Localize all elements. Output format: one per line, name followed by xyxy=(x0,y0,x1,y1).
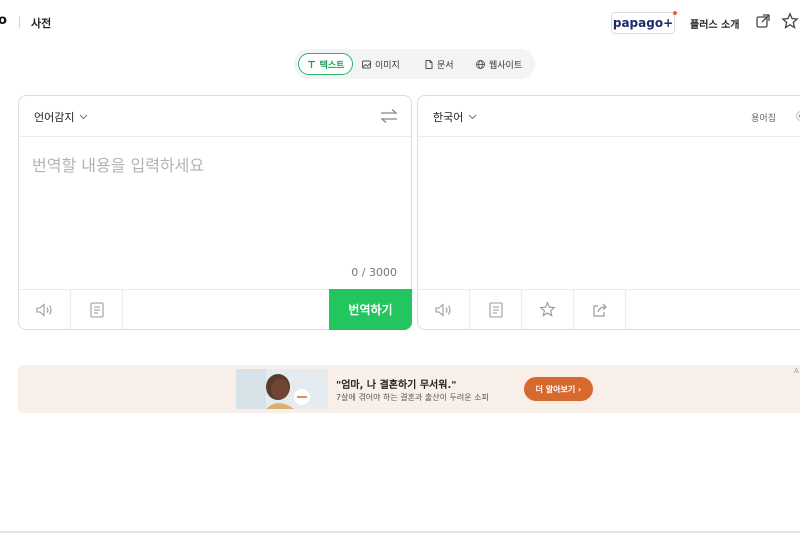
ad-banner[interactable]: "엄마, 나 결혼하기 무서워." 7살에 겪어야 하는 결혼과 출산이 두려운… xyxy=(18,365,800,413)
tab-website-label: 웹사이트 xyxy=(489,60,523,71)
target-copy-button[interactable] xyxy=(470,290,522,329)
header-divider xyxy=(19,16,20,28)
char-counter: 0 / 3000 xyxy=(351,266,397,279)
source-listen-button[interactable] xyxy=(19,290,71,329)
source-language-select[interactable]: 언어감지 xyxy=(34,109,88,125)
globe-icon xyxy=(476,59,485,69)
target-panel-header: 한국어 용어집 xyxy=(418,96,800,137)
papago-plus-button[interactable]: papago+ xyxy=(611,12,675,34)
target-listen-button[interactable] xyxy=(418,290,470,329)
image-icon xyxy=(362,60,371,68)
tab-text-label: 텍스트 xyxy=(319,60,345,71)
tab-image-label: 이미지 xyxy=(375,60,400,71)
translate-button[interactable]: 번역하기 xyxy=(329,289,412,330)
top-header: o 사전 papago+ 플러스 소개 xyxy=(0,0,800,44)
glossary-label: 용어집 xyxy=(751,114,776,124)
chevron-down-icon xyxy=(469,114,477,120)
source-text-input[interactable] xyxy=(32,152,392,252)
target-favorite-button[interactable] xyxy=(522,290,574,329)
target-panel: 한국어 용어집 xyxy=(417,95,800,330)
source-handwriting-button[interactable] xyxy=(71,290,123,329)
tab-website[interactable]: 웹사이트 xyxy=(476,53,522,75)
target-language-select[interactable]: 한국어 xyxy=(433,109,477,125)
ad-marker: A xyxy=(794,367,799,375)
favorites-star-icon[interactable] xyxy=(781,12,799,30)
mode-tabs: 텍스트 이미지 문서 웹사이트 xyxy=(294,49,535,79)
source-language-label: 언어감지 xyxy=(34,111,75,124)
learn-more-button[interactable]: 더 알아보기 › xyxy=(524,377,593,401)
star-icon xyxy=(539,301,556,317)
tab-text[interactable]: 텍스트 xyxy=(298,53,353,75)
share-icon xyxy=(592,303,607,317)
banner-image xyxy=(236,369,328,409)
document-icon xyxy=(425,59,433,69)
notification-dot xyxy=(673,11,677,15)
papago-logo[interactable]: o xyxy=(0,13,7,28)
text-icon xyxy=(307,60,315,68)
glossary-toggle[interactable] xyxy=(796,111,800,121)
speaker-icon xyxy=(35,302,52,317)
speaker-icon xyxy=(434,302,451,317)
banner-subtitle: 7살에 겪어야 하는 결혼과 출산이 두려운 소피 xyxy=(336,393,489,402)
chevron-down-icon xyxy=(80,114,88,120)
notebook-icon xyxy=(89,301,104,318)
target-panel-footer xyxy=(418,289,800,329)
swap-languages-icon[interactable] xyxy=(379,108,399,124)
notebook-icon xyxy=(488,301,503,318)
source-panel-footer: 번역하기 xyxy=(19,289,412,330)
tab-document[interactable]: 문서 xyxy=(425,53,454,75)
target-language-label: 한국어 xyxy=(433,111,464,124)
source-panel: 언어감지 0 / 3000 번역하기 xyxy=(18,95,412,330)
plus-intro-link[interactable]: 플러스 소개 xyxy=(690,16,739,31)
target-share-button[interactable] xyxy=(574,290,626,329)
open-external-icon[interactable] xyxy=(755,13,771,29)
tab-image[interactable]: 이미지 xyxy=(362,53,400,75)
banner-title: "엄마, 나 결혼하기 무서워." xyxy=(336,380,457,391)
source-panel-header: 언어감지 xyxy=(19,96,411,137)
tab-document-label: 문서 xyxy=(437,60,454,71)
dictionary-link[interactable]: 사전 xyxy=(31,15,51,31)
